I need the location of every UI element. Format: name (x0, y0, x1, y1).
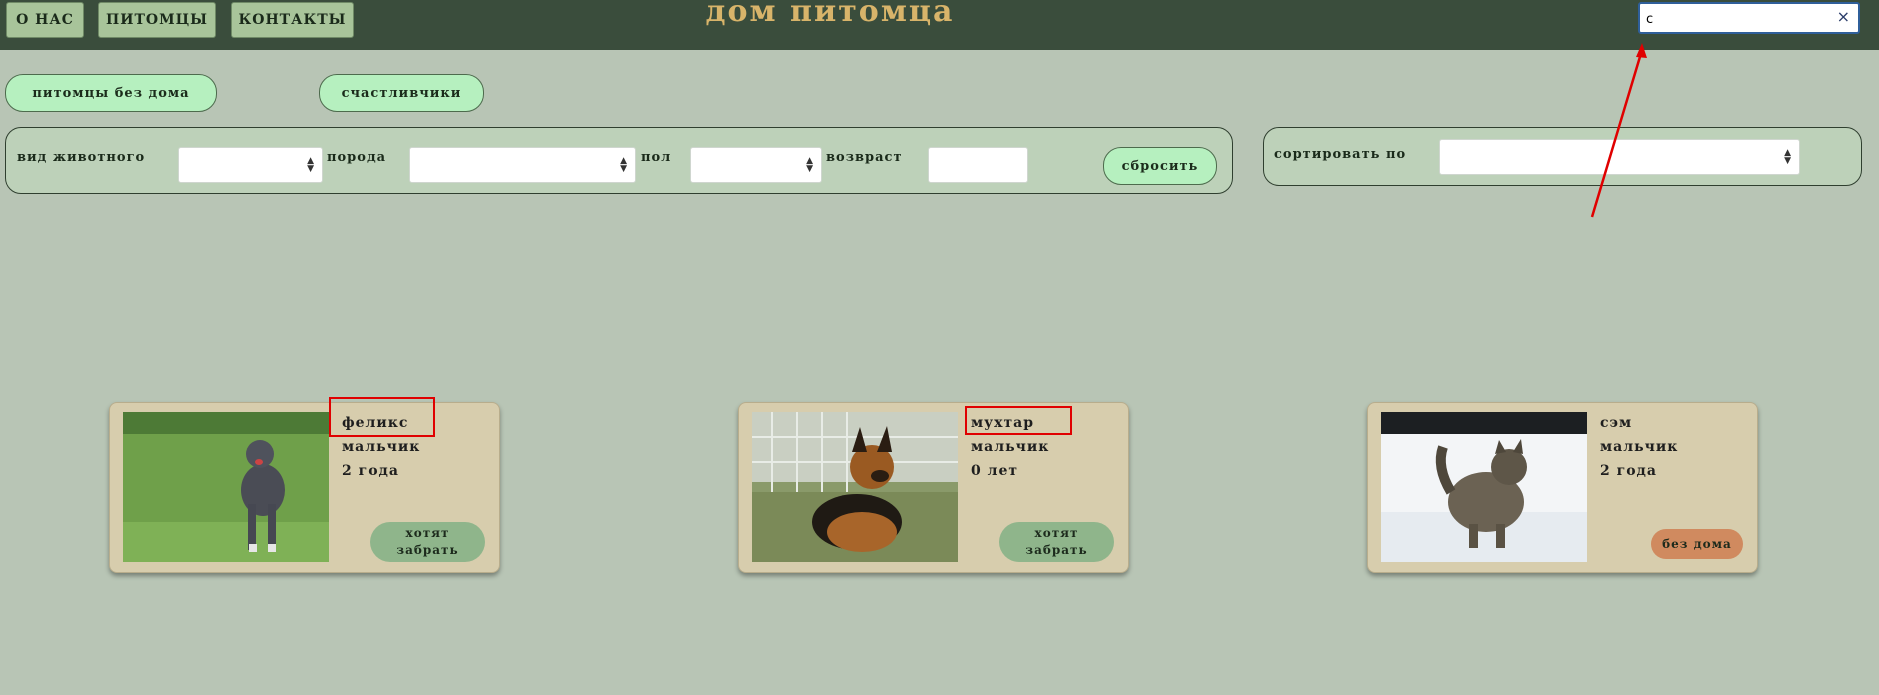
select-arrows-icon: ▲ ▼ (620, 156, 627, 174)
top-navigation-bar: о нас питомцы контакты дом питомца × (0, 0, 1879, 50)
reset-filters-button[interactable]: сбросить (1103, 147, 1217, 185)
pet-gender: мальчик (971, 439, 1050, 455)
sort-select[interactable]: ▲ ▼ (1439, 139, 1800, 175)
pet-name: сэм (1600, 415, 1633, 431)
pet-card[interactable]: сэм мальчик 2 года без дома (1367, 402, 1758, 573)
pet-status-label: без дома (1662, 536, 1732, 551)
search-box: × (1638, 2, 1860, 34)
tab-homeless-pets[interactable]: питомцы без дома (5, 74, 217, 112)
pet-status-button[interactable]: без дома (1651, 529, 1743, 559)
nav-contacts-button[interactable]: контакты (231, 2, 354, 38)
pet-photo (1381, 412, 1587, 562)
gender-select[interactable]: ▲ ▼ (690, 147, 822, 183)
tab-lucky-pets[interactable]: счастливчики (319, 74, 484, 112)
select-arrows-icon: ▲ ▼ (1784, 148, 1791, 166)
species-label: вид животного (17, 150, 146, 165)
gender-label: пол (641, 150, 672, 165)
reset-filters-label: сбросить (1121, 158, 1199, 174)
pet-status-button[interactable]: хотят забрать (999, 522, 1114, 562)
site-title: дом питомца (705, 0, 955, 29)
nav-pets-label: питомцы (106, 12, 208, 28)
sort-panel: сортировать по ▲ ▼ (1263, 127, 1862, 186)
nav-about-label: о нас (16, 12, 74, 28)
pet-card[interactable]: феликс мальчик 2 года хотят забрать (109, 397, 500, 573)
breed-select[interactable]: ▲ ▼ (409, 147, 636, 183)
pet-photo (752, 412, 958, 562)
pet-photo (123, 412, 329, 562)
pet-age: 2 года (1600, 463, 1657, 479)
highlight-box (329, 397, 435, 437)
pet-gender: мальчик (1600, 439, 1679, 455)
age-label: возвраст (826, 150, 903, 165)
tab-lucky-pets-label: счастливчики (341, 85, 462, 101)
pet-status-label: хотят забрать (396, 526, 459, 557)
highlight-box (965, 406, 1072, 435)
species-select[interactable]: ▲ ▼ (178, 147, 323, 183)
nav-contacts-label: контакты (238, 12, 347, 28)
tab-homeless-pets-label: питомцы без дома (32, 85, 190, 101)
pet-status-button[interactable]: хотят забрать (370, 522, 485, 562)
breed-label: порода (327, 150, 387, 165)
pet-gender: мальчик (342, 439, 421, 455)
clear-search-icon[interactable]: × (1837, 7, 1850, 26)
age-input[interactable] (928, 147, 1028, 183)
pet-card[interactable]: мухтар мальчик 0 лет хотят забрать (738, 402, 1129, 573)
pet-status-label: хотят забрать (1025, 526, 1088, 557)
pet-age: 0 лет (971, 463, 1019, 479)
annotation-arrow (1590, 43, 1647, 218)
select-arrows-icon: ▲ ▼ (806, 156, 813, 174)
cat-in-snow-photo (1381, 412, 1587, 562)
nav-about-button[interactable]: о нас (6, 2, 84, 38)
pet-age: 2 года (342, 463, 399, 479)
pitbull-photo (123, 412, 329, 562)
sort-label: сортировать по (1274, 147, 1407, 162)
filter-panel: вид животного ▲ ▼ порода ▲ ▼ пол ▲ ▼ возвра… (5, 127, 1233, 194)
shepherd-puppy-photo (752, 412, 958, 562)
select-arrows-icon: ▲ ▼ (307, 156, 314, 174)
nav-pets-button[interactable]: питомцы (98, 2, 216, 38)
search-input[interactable] (1646, 8, 1826, 30)
